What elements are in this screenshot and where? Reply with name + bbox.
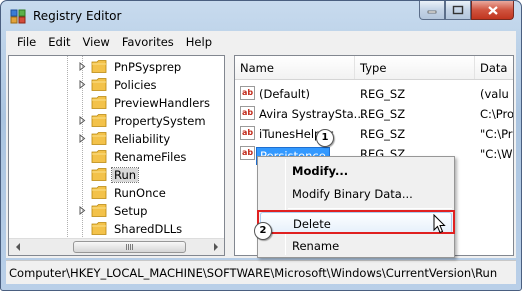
value-row[interactable]: ab (Default) REG_SZ (valu bbox=[235, 84, 513, 104]
menu-item-modify[interactable]: Modify... bbox=[260, 160, 452, 182]
maximize-button[interactable] bbox=[445, 1, 471, 20]
value-data: "C:\Pr bbox=[480, 127, 513, 141]
tree-item-label: Setup bbox=[114, 204, 148, 218]
value-type: REG_SZ bbox=[360, 107, 406, 121]
tree-item-runonce[interactable]: RunOnce bbox=[9, 184, 224, 202]
expand-arrow-icon[interactable] bbox=[78, 80, 87, 89]
tree-item-label: PreviewHandlers bbox=[114, 96, 211, 110]
tree-item-label: Run bbox=[110, 167, 140, 183]
menu-favorites[interactable]: Favorites bbox=[116, 35, 180, 49]
context-menu: Modify... Modify Binary Data... Delete R… bbox=[257, 156, 455, 258]
registry-editor-icon bbox=[10, 9, 26, 24]
window-title: Registry Editor bbox=[33, 9, 122, 23]
value-data: C:\Pro bbox=[480, 107, 514, 121]
tree-horizontal-scrollbar[interactable] bbox=[9, 238, 224, 255]
value-name: Avira SystraySta... bbox=[259, 107, 365, 121]
maximize-icon bbox=[452, 5, 464, 15]
title-bar[interactable]: Registry Editor bbox=[1, 1, 521, 31]
grip-icon bbox=[126, 244, 133, 250]
delete-highlight-box bbox=[257, 210, 455, 234]
scroll-left-icon bbox=[15, 243, 20, 251]
tree-item-renamefiles[interactable]: RenameFiles bbox=[9, 148, 224, 166]
value-data: (valu bbox=[480, 87, 509, 101]
step-badge-2: 2 bbox=[254, 222, 272, 240]
tree-item-label: RunOnce bbox=[114, 186, 166, 200]
value-row[interactable]: ab iTunesHelper REG_SZ "C:\Pr bbox=[235, 124, 513, 144]
expand-arrow-icon[interactable] bbox=[78, 206, 87, 215]
tree-item-previewhandlers[interactable]: PreviewHandlers bbox=[9, 94, 224, 112]
folder-icon bbox=[91, 150, 107, 163]
folder-icon bbox=[91, 114, 107, 127]
string-value-icon: ab bbox=[240, 146, 255, 160]
key-tree-pane[interactable]: PnPSysprep Policies PreviewHandlers Propert… bbox=[8, 55, 225, 256]
tree-item-propertysystem[interactable]: PropertySystem bbox=[9, 112, 224, 130]
tree-item-label: Reliability bbox=[114, 132, 171, 146]
menu-help[interactable]: Help bbox=[180, 35, 218, 49]
expand-arrow-icon[interactable] bbox=[78, 116, 87, 125]
menu-file[interactable]: File bbox=[11, 35, 42, 49]
folder-icon bbox=[91, 96, 107, 109]
value-data: "C:\W bbox=[480, 147, 513, 161]
step-badge-1: 1 bbox=[316, 129, 334, 147]
scroll-right-icon bbox=[213, 243, 218, 251]
minimize-button[interactable] bbox=[419, 1, 445, 20]
menu-item-rename[interactable]: Rename bbox=[260, 235, 452, 257]
list-header: Name Type Data bbox=[235, 56, 513, 80]
mouse-pointer-icon bbox=[433, 214, 446, 234]
folder-icon bbox=[91, 204, 107, 217]
menu-view[interactable]: View bbox=[77, 35, 116, 49]
window-controls bbox=[419, 1, 514, 21]
folder-icon bbox=[91, 78, 107, 91]
tree-item-shareddlls[interactable]: SharedDLLs bbox=[9, 220, 224, 238]
value-row[interactable]: ab Avira SystraySta... REG_SZ C:\Pro bbox=[235, 104, 514, 124]
tree-item-reliability[interactable]: Reliability bbox=[9, 130, 224, 148]
tree-item-label: PnPSysprep bbox=[114, 60, 182, 74]
tree-item-setup[interactable]: Setup bbox=[9, 202, 224, 220]
value-type: REG_SZ bbox=[360, 87, 406, 101]
expand-arrow-icon[interactable] bbox=[78, 62, 87, 71]
status-bar-path: Computer\HKEY_LOCAL_MACHINE\SOFTWARE\Mic… bbox=[6, 260, 516, 284]
folder-icon bbox=[91, 60, 107, 73]
scroll-left-button[interactable] bbox=[9, 239, 26, 255]
tree-item-run[interactable]: Run bbox=[9, 166, 224, 184]
tree-item-label: RenameFiles bbox=[114, 150, 187, 164]
folder-icon bbox=[91, 168, 107, 181]
value-type: REG_SZ bbox=[360, 127, 406, 141]
column-header-type[interactable]: Type bbox=[355, 56, 475, 79]
menu-separator bbox=[288, 208, 452, 209]
tree-item-pnpsysprep[interactable]: PnPSysprep bbox=[9, 58, 224, 76]
column-header-name[interactable]: Name bbox=[235, 56, 355, 79]
tree-item-policies[interactable]: Policies bbox=[9, 76, 224, 94]
value-name: (Default) bbox=[259, 87, 310, 101]
string-value-icon: ab bbox=[240, 86, 255, 100]
scroll-right-button[interactable] bbox=[207, 239, 224, 255]
tree-item-label: PropertySystem bbox=[114, 114, 206, 128]
column-header-data[interactable]: Data bbox=[475, 56, 513, 79]
menu-edit[interactable]: Edit bbox=[42, 35, 76, 49]
folder-icon bbox=[91, 132, 107, 145]
close-button[interactable] bbox=[471, 1, 514, 20]
expand-arrow-icon[interactable] bbox=[78, 134, 87, 143]
minimize-icon bbox=[427, 10, 437, 14]
close-icon bbox=[487, 5, 498, 15]
menu-bar: File Edit View Favorites Help bbox=[6, 31, 516, 53]
scroll-thumb[interactable] bbox=[73, 241, 186, 253]
string-value-icon: ab bbox=[240, 126, 255, 140]
string-value-icon: ab bbox=[240, 106, 255, 120]
menu-item-modify-binary[interactable]: Modify Binary Data... bbox=[260, 183, 452, 205]
folder-icon bbox=[91, 186, 107, 199]
tree-item-label: SharedDLLs bbox=[114, 222, 183, 236]
tree-item-label: Policies bbox=[114, 78, 157, 92]
folder-icon bbox=[91, 222, 107, 235]
